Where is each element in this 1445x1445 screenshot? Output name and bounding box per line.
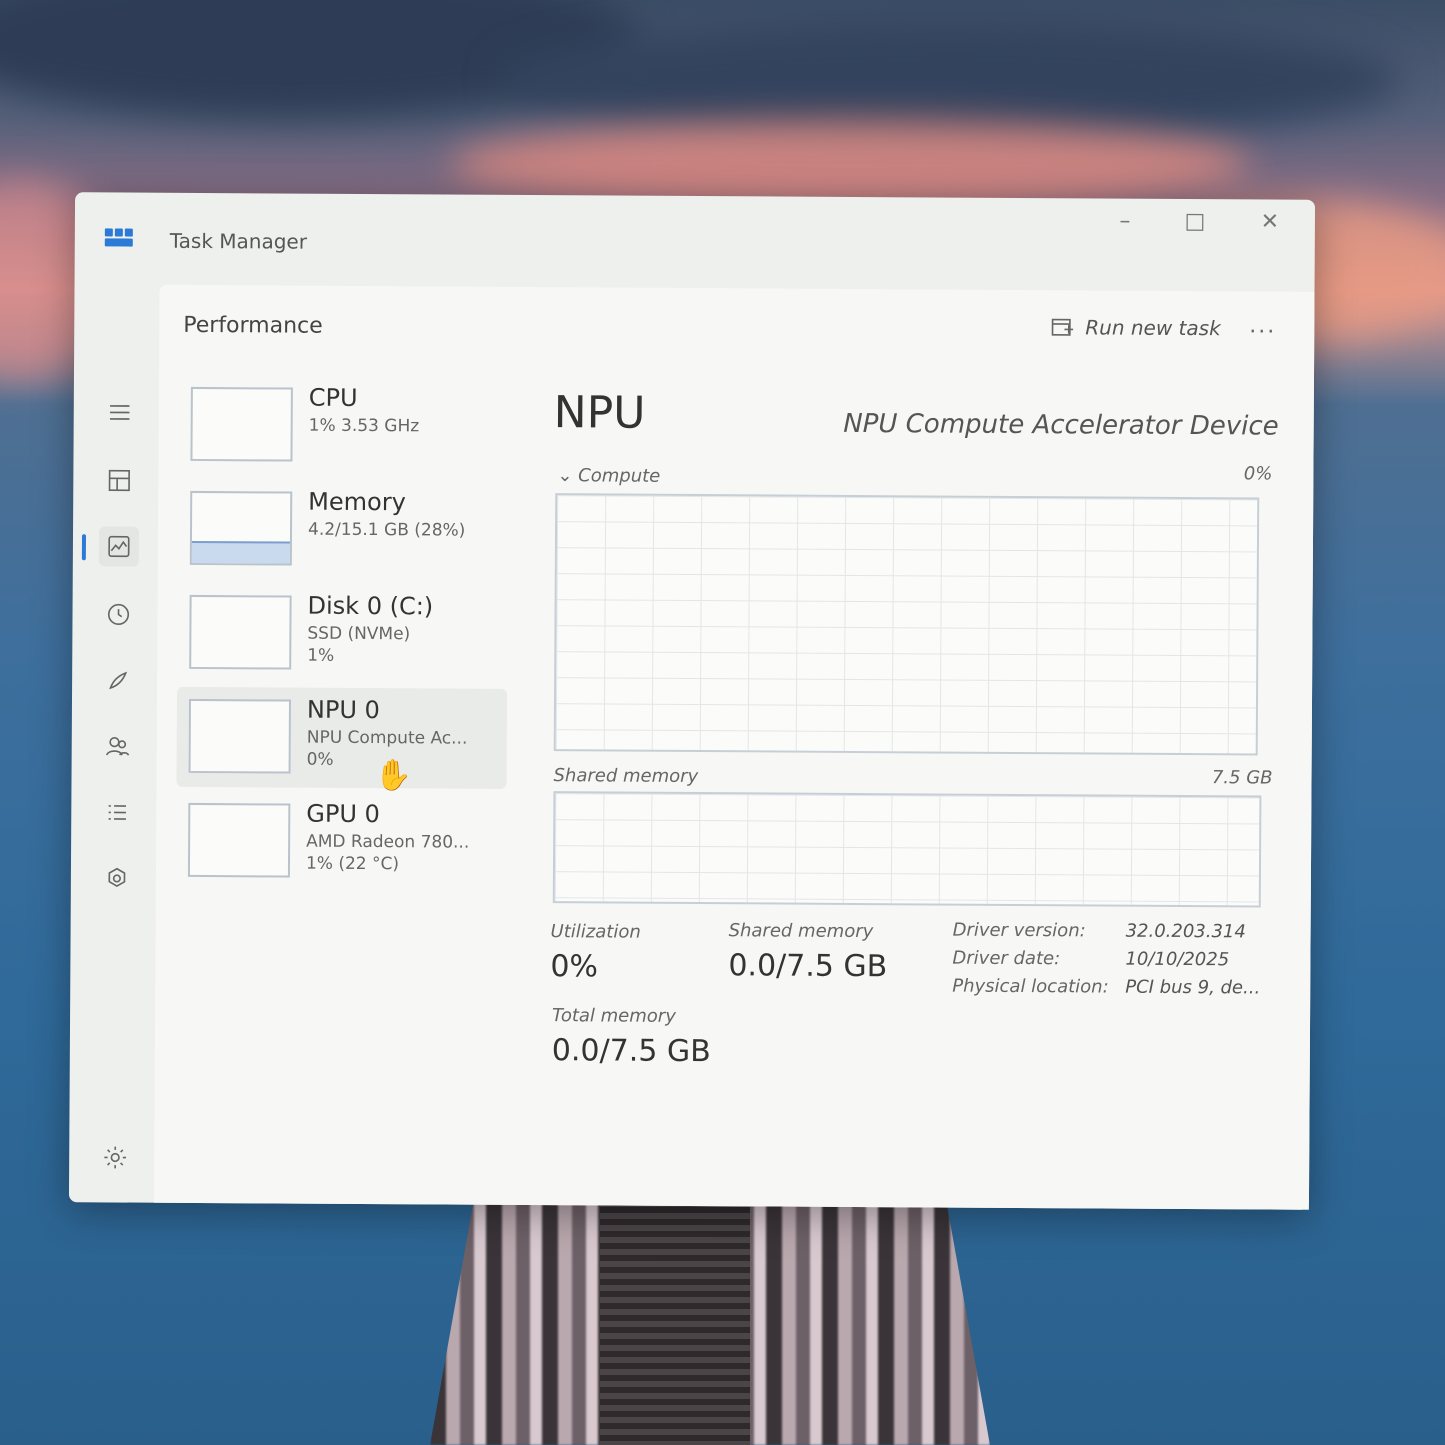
cpu-thumbnail-graph bbox=[190, 386, 293, 462]
detail-device-name: NPU Compute Accelerator Device bbox=[843, 408, 1279, 442]
title-bar: Task Manager – □ ✕ bbox=[75, 192, 1316, 290]
driver-date-label: Driver date: bbox=[952, 947, 1061, 970]
gpu-thumbnail-graph bbox=[187, 802, 291, 878]
device-subtitle: AMD Radeon 780... bbox=[306, 831, 470, 853]
minimize-button[interactable]: – bbox=[1105, 209, 1145, 234]
compute-label: Compute bbox=[578, 465, 661, 487]
shared-memory-max-label: 7.5 GB bbox=[1211, 767, 1273, 789]
device-subtitle: NPU Compute Ac... bbox=[306, 727, 468, 749]
device-name: Disk 0 (C:) bbox=[307, 591, 434, 621]
driver-version-value: 32.0.203.314 bbox=[1125, 920, 1246, 943]
run-new-task-button[interactable]: Run new task bbox=[1049, 314, 1221, 341]
nav-sidebar bbox=[69, 282, 160, 1203]
memory-thumbnail-graph bbox=[189, 490, 293, 566]
device-subtitle: SSD (NVMe) bbox=[307, 623, 411, 645]
memory-usage-fill bbox=[191, 541, 290, 564]
window-title: Task Manager bbox=[169, 228, 308, 254]
device-subtitle: 1% 3.53 GHz bbox=[308, 415, 420, 437]
performance-icon[interactable] bbox=[98, 526, 140, 567]
device-usage: 0% bbox=[306, 749, 334, 770]
device-name: NPU 0 bbox=[306, 695, 380, 725]
device-usage: 1% (22 °C) bbox=[305, 853, 400, 875]
device-usage: 1% bbox=[307, 645, 335, 666]
device-name: GPU 0 bbox=[306, 799, 380, 829]
chevron-down-icon: ⌄ bbox=[557, 465, 573, 487]
active-nav-indicator bbox=[81, 534, 87, 561]
pier-walkway bbox=[600, 1195, 750, 1445]
performance-panel: Performance Run new task ... CPU 1% 3.53… bbox=[153, 284, 1315, 1210]
shared-memory-stat-value: 0.0/7.5 GB bbox=[728, 948, 888, 985]
shared-memory-graph bbox=[552, 791, 1262, 908]
more-options-button[interactable]: ... bbox=[1249, 313, 1276, 338]
services-icon[interactable] bbox=[97, 858, 137, 898]
task-manager-window: Task Manager – □ ✕ Performance Run new t… bbox=[68, 192, 1316, 1210]
shared-memory-stat-label: Shared memory bbox=[728, 920, 874, 943]
total-memory-value: 0.0/7.5 GB bbox=[551, 1033, 711, 1070]
total-memory-label: Total memory bbox=[552, 1005, 676, 1027]
device-list: CPU 1% 3.53 GHz Memory 4.2/15.1 GB (28%)… bbox=[169, 375, 509, 878]
utilization-value: 0% bbox=[550, 949, 599, 985]
run-task-icon bbox=[1051, 318, 1074, 336]
physical-location-value: PCI bus 9, de... bbox=[1125, 976, 1261, 999]
settings-gear-icon[interactable] bbox=[95, 1137, 135, 1177]
task-manager-icon bbox=[104, 228, 133, 248]
npu-thumbnail-graph bbox=[188, 698, 292, 774]
device-item-memory[interactable]: Memory 4.2/15.1 GB (28%) bbox=[178, 479, 509, 581]
hand-cursor-icon: ✋ bbox=[374, 758, 413, 794]
users-icon[interactable] bbox=[98, 726, 138, 766]
npu-detail: NPU NPU Compute Accelerator Device ⌄ Com… bbox=[550, 387, 1279, 1069]
shared-memory-graph-label: Shared memory bbox=[553, 765, 699, 788]
detail-title: NPU bbox=[553, 387, 646, 439]
device-item-npu[interactable]: NPU 0 NPU Compute Ac... 0% ✋ bbox=[176, 686, 508, 793]
details-icon[interactable] bbox=[97, 792, 137, 832]
disk-thumbnail-graph bbox=[189, 594, 292, 670]
compute-dropdown[interactable]: ⌄ Compute bbox=[557, 465, 660, 487]
device-item-cpu[interactable]: CPU 1% 3.53 GHz bbox=[178, 375, 509, 477]
utilization-label: Utilization bbox=[550, 921, 641, 943]
compute-max-label: 0% bbox=[1243, 463, 1273, 485]
hamburger-menu-icon[interactable] bbox=[100, 392, 140, 432]
physical-location-label: Physical location: bbox=[952, 975, 1109, 998]
compute-graph bbox=[553, 493, 1260, 756]
device-item-gpu[interactable]: GPU 0 AMD Radeon 780... 1% (22 °C) bbox=[176, 791, 507, 893]
driver-version-label: Driver version: bbox=[952, 919, 1086, 942]
processes-icon[interactable] bbox=[99, 460, 139, 500]
close-button[interactable]: ✕ bbox=[1250, 209, 1290, 234]
app-history-icon[interactable] bbox=[98, 594, 138, 634]
device-subtitle: 4.2/15.1 GB (28%) bbox=[307, 519, 466, 541]
driver-date-value: 10/10/2025 bbox=[1125, 948, 1230, 971]
startup-apps-icon[interactable] bbox=[98, 660, 138, 700]
page-title: Performance bbox=[183, 312, 323, 339]
device-name: Memory bbox=[308, 487, 406, 517]
maximize-button[interactable]: □ bbox=[1175, 209, 1215, 234]
device-item-disk[interactable]: Disk 0 (C:) SSD (NVMe) 1% bbox=[177, 583, 508, 685]
run-new-task-label: Run new task bbox=[1085, 315, 1221, 341]
device-name: CPU bbox=[308, 383, 358, 412]
